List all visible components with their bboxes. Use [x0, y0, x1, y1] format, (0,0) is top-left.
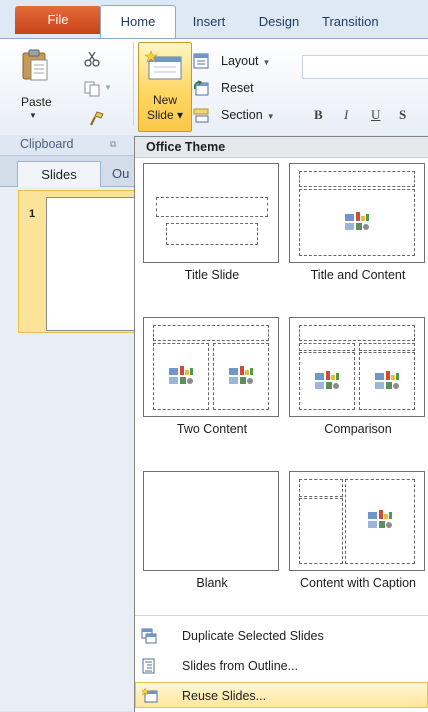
content-placeholder-right [359, 352, 415, 410]
layout-thumbnail [289, 317, 425, 417]
tab-slides[interactable]: Slides [17, 161, 101, 187]
reset-label: Reset [221, 81, 254, 95]
content-icons [375, 371, 399, 389]
group-separator [133, 42, 134, 126]
tab-transitions[interactable]: Transition [322, 6, 428, 38]
reset-icon [193, 80, 209, 96]
content-placeholder [345, 479, 415, 564]
layout-thumbnail [289, 163, 425, 263]
new-slide-label-line1: New [152, 93, 177, 107]
title-placeholder [299, 171, 415, 187]
content-icons [368, 510, 392, 528]
layout-thumbnail [143, 317, 279, 417]
reuse-slides-item[interactable]: Reuse Slides... [135, 682, 428, 708]
layout-icon [193, 53, 209, 69]
content-placeholder [299, 189, 415, 256]
duplicate-selected-slides-item[interactable]: Duplicate Selected Slides [135, 623, 428, 649]
reset-button[interactable]: Reset [193, 78, 293, 98]
caption-title-placeholder [299, 479, 343, 497]
menu-item-label: Slides from Outline... [182, 659, 299, 673]
content-icons [315, 371, 339, 389]
section-label: Section [221, 108, 263, 122]
new-slide-dropdown: Office Theme Title Slide Title and Conte… [134, 136, 428, 712]
ribbon: Paste ▼ ▼ New Slide ▾ Layout ▼ Reset Sec… [0, 39, 428, 136]
content-placeholder-left [153, 343, 209, 410]
ribbon-tab-bar: File Home Insert Design Transition [0, 0, 428, 39]
content-placeholder-right [213, 343, 269, 410]
tab-design[interactable]: Design [244, 6, 314, 38]
dialog-launcher-icon[interactable]: ⧉ [110, 139, 120, 149]
italic-button[interactable]: I [344, 107, 348, 123]
title-placeholder [156, 197, 268, 217]
tab-home[interactable]: Home [100, 5, 176, 38]
layout-label: Blank [196, 576, 228, 590]
clipboard-group-label: Clipboard [20, 137, 74, 151]
caption-text-placeholder [299, 498, 343, 564]
layout-thumbnail [143, 163, 279, 263]
tab-file[interactable]: File [15, 6, 101, 34]
layout-thumbnail [143, 471, 279, 571]
slide-number: 1 [29, 208, 36, 220]
chevron-down-icon: ▼ [262, 58, 271, 67]
chevron-down-icon[interactable]: ▼ [104, 83, 112, 92]
theme-header: Office Theme [135, 137, 428, 158]
new-slide-label-line2: Slide ▾ [146, 108, 184, 122]
copy-icon[interactable] [84, 81, 100, 97]
layout-label: Title Slide [184, 268, 240, 282]
slides-pane-tabs: Slides Ou [0, 156, 140, 187]
slides-from-outline-item[interactable]: Slides from Outline... [135, 653, 428, 679]
slides-pane: 1 [0, 187, 158, 711]
chevron-down-icon: ▼ [266, 112, 275, 121]
paste-icon [22, 49, 48, 81]
paste-label: Paste [21, 95, 52, 109]
format-painter-icon[interactable] [88, 111, 104, 127]
new-slide-icon [145, 51, 182, 80]
subtitle-placeholder [166, 223, 258, 245]
menu-separator [135, 615, 428, 616]
layout-label: Two Content [176, 422, 248, 436]
layout-button[interactable]: Layout ▼ [193, 51, 293, 71]
content-icons [345, 212, 369, 230]
font-name-combobox[interactable] [302, 55, 428, 79]
tab-insert[interactable]: Insert [180, 6, 238, 38]
slide-thumbnail-selected[interactable]: 1 [18, 190, 158, 333]
shadow-button[interactable]: S [399, 107, 406, 123]
title-placeholder [153, 325, 269, 341]
layout-label: Title and Content [310, 268, 406, 282]
section-icon [193, 108, 209, 123]
section-button[interactable]: Section ▼ [193, 105, 293, 125]
underline-button[interactable]: U [371, 107, 380, 123]
heading-placeholder-right [359, 343, 415, 351]
content-icons [169, 366, 193, 384]
new-slide-label: New Slide ▾ [139, 93, 191, 123]
menu-item-label: Duplicate Selected Slides [182, 629, 324, 643]
chevron-down-icon[interactable]: ▼ [29, 111, 37, 120]
outline-icon [142, 658, 155, 674]
content-icons [229, 366, 253, 384]
new-slide-button[interactable]: New Slide ▾ [138, 42, 192, 132]
content-placeholder-left [299, 352, 355, 410]
bold-button[interactable]: B [314, 107, 323, 123]
layout-label: Comparison [324, 422, 392, 436]
layout-thumbnail [289, 471, 425, 571]
menu-item-label: Reuse Slides... [182, 689, 267, 703]
cut-icon[interactable] [84, 51, 100, 67]
reuse-slides-icon [142, 688, 158, 703]
layout-label: Content with Caption [299, 576, 417, 590]
heading-placeholder-left [299, 343, 355, 351]
layout-label: Layout [221, 54, 259, 68]
duplicate-slides-icon [141, 628, 157, 644]
title-placeholder [299, 325, 415, 341]
